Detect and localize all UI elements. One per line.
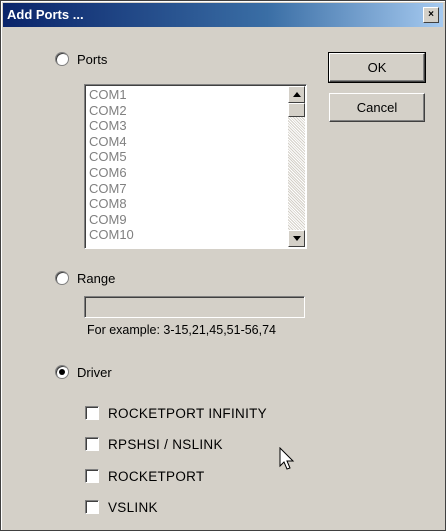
range-radio-option[interactable]: Range xyxy=(55,270,115,286)
driver-option-rocketport-infinity[interactable]: ROCKETPORT INFINITY xyxy=(85,405,267,421)
range-example-text: For example: 3-15,21,45,51-56,74 xyxy=(87,323,277,337)
mouse-pointer-icon xyxy=(279,447,295,470)
driver-label: Driver xyxy=(77,364,112,380)
list-item[interactable]: COM7 xyxy=(89,181,279,197)
list-item[interactable]: COM6 xyxy=(89,165,279,181)
list-item[interactable]: COM2 xyxy=(89,103,279,119)
ports-listbox[interactable]: COM1 COM2 COM3 COM4 COM5 COM6 COM7 COM8 … xyxy=(84,84,307,249)
dialog-title: Add Ports ... xyxy=(7,7,84,22)
scroll-down-button[interactable] xyxy=(288,230,305,247)
list-item[interactable]: COM5 xyxy=(89,149,279,165)
list-item[interactable]: COM8 xyxy=(89,196,279,212)
driver-option-vslink[interactable]: VSLINK xyxy=(85,499,158,515)
down-arrow-icon xyxy=(292,236,301,241)
list-item[interactable]: COM9 xyxy=(89,212,279,228)
ports-radio-option[interactable]: Ports xyxy=(55,51,107,67)
ports-radio[interactable] xyxy=(55,52,69,66)
checkbox[interactable] xyxy=(85,500,99,514)
ports-label: Ports xyxy=(77,51,108,67)
driver-option-label: ROCKETPORT xyxy=(108,468,205,484)
range-input[interactable] xyxy=(84,296,305,318)
ok-button[interactable]: OK xyxy=(328,52,426,83)
driver-option-rpshsi-nslink[interactable]: RPSHSI / NSLINK xyxy=(85,436,223,452)
checkbox[interactable] xyxy=(85,437,99,451)
driver-option-label: ROCKETPORT INFINITY xyxy=(108,405,267,421)
driver-radio-option[interactable]: Driver xyxy=(55,364,112,380)
list-item[interactable]: COM10 xyxy=(89,227,279,243)
driver-radio[interactable] xyxy=(55,365,69,379)
close-button[interactable]: × xyxy=(423,7,439,23)
range-radio[interactable] xyxy=(55,271,69,285)
scroll-thumb[interactable] xyxy=(288,103,305,117)
cancel-button[interactable]: Cancel xyxy=(329,93,425,122)
driver-option-label: RPSHSI / NSLINK xyxy=(108,436,223,452)
up-arrow-icon xyxy=(292,92,301,97)
list-item[interactable]: COM1 xyxy=(89,87,279,103)
driver-option-rocketport[interactable]: ROCKETPORT xyxy=(85,468,205,484)
title-bar: Add Ports ... × xyxy=(3,3,443,27)
driver-option-label: VSLINK xyxy=(108,499,158,515)
scroll-up-button[interactable] xyxy=(288,86,305,103)
checkbox[interactable] xyxy=(85,406,99,420)
checkbox[interactable] xyxy=(85,469,99,483)
list-item[interactable]: COM4 xyxy=(89,134,279,150)
list-item[interactable]: COM3 xyxy=(89,118,279,134)
list-scrollbar[interactable] xyxy=(288,86,305,247)
range-label: Range xyxy=(77,270,116,286)
